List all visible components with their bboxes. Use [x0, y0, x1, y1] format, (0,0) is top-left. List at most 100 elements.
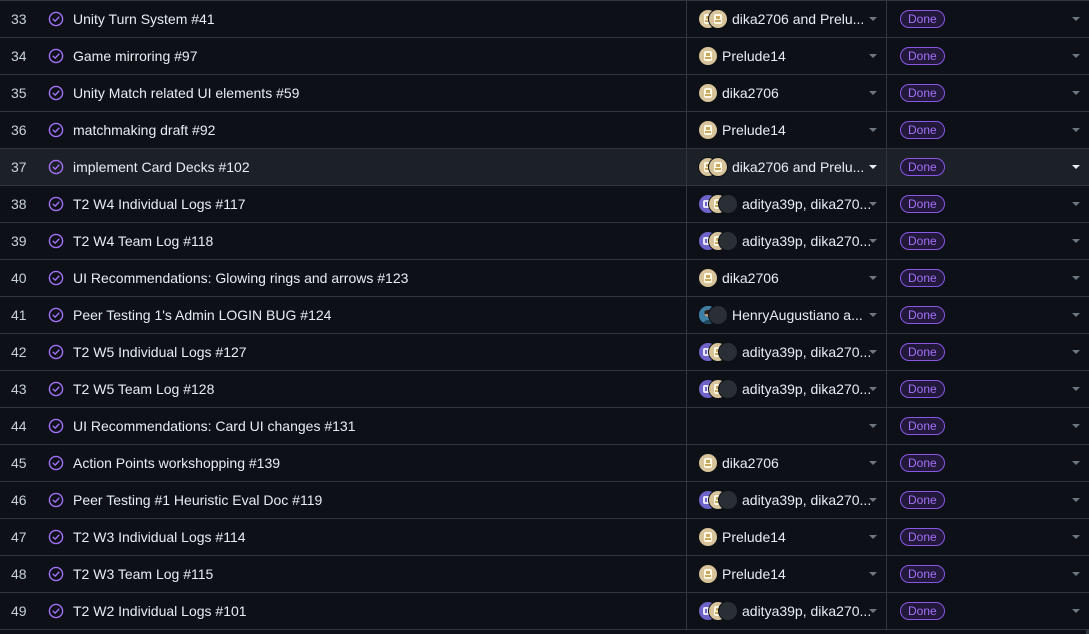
status-cell[interactable]: Done: [887, 260, 1089, 296]
status-dropdown-icon[interactable]: [1072, 313, 1080, 317]
title-cell[interactable]: T2 W2 Individual Logs #101: [38, 593, 687, 629]
assignees-cell[interactable]: dika2706: [687, 445, 887, 481]
table-row[interactable]: 47 T2 W3 Individual Logs #114 Prelude14 …: [0, 519, 1089, 556]
title-cell[interactable]: Peer Testing 1's Admin LOGIN BUG #124: [38, 297, 687, 333]
status-cell[interactable]: Done: [887, 223, 1089, 259]
status-dropdown-icon[interactable]: [1072, 350, 1080, 354]
table-row[interactable]: 48 T2 W3 Team Log #115 Prelude14 Done: [0, 556, 1089, 593]
title-cell[interactable]: Unity Match related UI elements #59: [38, 75, 687, 111]
table-row[interactable]: 38 T2 W4 Individual Logs #117 aditya39p,…: [0, 186, 1089, 223]
table-row[interactable]: 41 Peer Testing 1's Admin LOGIN BUG #124…: [0, 297, 1089, 334]
status-cell[interactable]: Done: [887, 38, 1089, 74]
issue-title-link[interactable]: T2 W3 Team Log #115: [73, 566, 213, 582]
assignees-dropdown-icon[interactable]: [869, 350, 877, 354]
assignees-dropdown-icon[interactable]: [869, 202, 877, 206]
assignees-cell[interactable]: dika2706 and Prelu...: [687, 149, 887, 185]
table-row[interactable]: 37 implement Card Decks #102 dika2706 an…: [0, 149, 1089, 186]
assignees-dropdown-icon[interactable]: [869, 17, 877, 21]
title-cell[interactable]: T2 W5 Team Log #128: [38, 371, 687, 407]
status-dropdown-icon[interactable]: [1072, 609, 1080, 613]
title-cell[interactable]: UI Recommendations: Card UI changes #131: [38, 408, 687, 444]
table-row[interactable]: 34 Game mirroring #97 Prelude14 Done: [0, 38, 1089, 75]
issue-title-link[interactable]: implement Card Decks #102: [73, 159, 250, 175]
assignees-cell[interactable]: dika2706 and Prelu...: [687, 1, 887, 37]
assignees-cell[interactable]: aditya39p, dika270...: [687, 371, 887, 407]
title-cell[interactable]: T2 W3 Individual Logs #114: [38, 519, 687, 555]
assignees-dropdown-icon[interactable]: [869, 609, 877, 613]
status-cell[interactable]: Done: [887, 1, 1089, 37]
assignees-dropdown-icon[interactable]: [869, 461, 877, 465]
issue-title-link[interactable]: Unity Turn System #41: [73, 11, 215, 27]
assignees-dropdown-icon[interactable]: [869, 313, 877, 317]
title-cell[interactable]: T2 W3 Team Log #115: [38, 556, 687, 592]
assignees-cell[interactable]: aditya39p, dika270...: [687, 593, 887, 629]
title-cell[interactable]: Unity Turn System #41: [38, 1, 687, 37]
title-cell[interactable]: T2 W5 Individual Logs #127: [38, 334, 687, 370]
assignees-dropdown-icon[interactable]: [869, 535, 877, 539]
assignees-cell[interactable]: aditya39p, dika270...: [687, 334, 887, 370]
issue-title-link[interactable]: matchmaking draft #92: [73, 122, 215, 138]
status-dropdown-icon[interactable]: [1072, 91, 1080, 95]
title-cell[interactable]: T2 W4 Team Log #118: [38, 223, 687, 259]
issue-title-link[interactable]: UI Recommendations: Glowing rings and ar…: [73, 270, 408, 286]
status-dropdown-icon[interactable]: [1072, 202, 1080, 206]
status-cell[interactable]: Done: [887, 519, 1089, 555]
status-dropdown-icon[interactable]: [1072, 572, 1080, 576]
status-dropdown-icon[interactable]: [1072, 461, 1080, 465]
title-cell[interactable]: matchmaking draft #92: [38, 112, 687, 148]
issue-title-link[interactable]: T2 W5 Team Log #128: [73, 381, 214, 397]
assignees-dropdown-icon[interactable]: [869, 424, 877, 428]
issue-title-link[interactable]: T2 W4 Team Log #118: [73, 233, 213, 249]
issue-title-link[interactable]: T2 W3 Individual Logs #114: [73, 529, 246, 545]
table-row[interactable]: 36 matchmaking draft #92 Prelude14 Done: [0, 112, 1089, 149]
status-dropdown-icon[interactable]: [1072, 165, 1080, 169]
assignees-dropdown-icon[interactable]: [869, 276, 877, 280]
title-cell[interactable]: T2 W4 Individual Logs #117: [38, 186, 687, 222]
assignees-cell[interactable]: HenryAugustiano a...: [687, 297, 887, 333]
status-dropdown-icon[interactable]: [1072, 387, 1080, 391]
status-cell[interactable]: Done: [887, 297, 1089, 333]
table-row[interactable]: 44 UI Recommendations: Card UI changes #…: [0, 408, 1089, 445]
status-cell[interactable]: Done: [887, 112, 1089, 148]
table-row[interactable]: 42 T2 W5 Individual Logs #127 aditya39p,…: [0, 334, 1089, 371]
assignees-cell[interactable]: aditya39p, dika270...: [687, 186, 887, 222]
issue-title-link[interactable]: T2 W2 Individual Logs #101: [73, 603, 247, 619]
status-cell[interactable]: Done: [887, 482, 1089, 518]
assignees-cell[interactable]: dika2706: [687, 260, 887, 296]
table-row[interactable]: 35 Unity Match related UI elements #59 d…: [0, 75, 1089, 112]
status-dropdown-icon[interactable]: [1072, 54, 1080, 58]
issue-title-link[interactable]: T2 W5 Individual Logs #127: [73, 344, 247, 360]
issue-title-link[interactable]: Unity Match related UI elements #59: [73, 85, 299, 101]
assignees-cell[interactable]: aditya39p, dika270...: [687, 223, 887, 259]
issue-title-link[interactable]: UI Recommendations: Card UI changes #131: [73, 418, 355, 434]
table-row[interactable]: 45 Action Points workshopping #139 dika2…: [0, 445, 1089, 482]
assignees-cell[interactable]: Prelude14: [687, 519, 887, 555]
status-dropdown-icon[interactable]: [1072, 239, 1080, 243]
table-row[interactable]: 40 UI Recommendations: Glowing rings and…: [0, 260, 1089, 297]
table-row[interactable]: 43 T2 W5 Team Log #128 aditya39p, dika27…: [0, 371, 1089, 408]
assignees-cell[interactable]: Prelude14: [687, 112, 887, 148]
assignees-cell[interactable]: aditya39p, dika270...: [687, 482, 887, 518]
assignees-dropdown-icon[interactable]: [869, 239, 877, 243]
assignees-dropdown-icon[interactable]: [869, 498, 877, 502]
status-dropdown-icon[interactable]: [1072, 424, 1080, 428]
title-cell[interactable]: implement Card Decks #102: [38, 149, 687, 185]
status-dropdown-icon[interactable]: [1072, 276, 1080, 280]
assignees-cell[interactable]: Prelude14: [687, 556, 887, 592]
table-row[interactable]: 33 Unity Turn System #41 dika2706 and Pr…: [0, 1, 1089, 38]
table-row[interactable]: 49 T2 W2 Individual Logs #101 aditya39p,…: [0, 593, 1089, 630]
status-cell[interactable]: Done: [887, 149, 1089, 185]
issue-title-link[interactable]: Peer Testing 1's Admin LOGIN BUG #124: [73, 307, 331, 323]
title-cell[interactable]: Peer Testing #1 Heuristic Eval Doc #119: [38, 482, 687, 518]
status-dropdown-icon[interactable]: [1072, 535, 1080, 539]
status-dropdown-icon[interactable]: [1072, 17, 1080, 21]
assignees-dropdown-icon[interactable]: [869, 572, 877, 576]
assignees-cell[interactable]: [687, 408, 887, 444]
issue-title-link[interactable]: Action Points workshopping #139: [73, 455, 280, 471]
title-cell[interactable]: Game mirroring #97: [38, 38, 687, 74]
assignees-dropdown-icon[interactable]: [869, 128, 877, 132]
status-cell[interactable]: Done: [887, 445, 1089, 481]
assignees-dropdown-icon[interactable]: [869, 54, 877, 58]
title-cell[interactable]: UI Recommendations: Glowing rings and ar…: [38, 260, 687, 296]
assignees-dropdown-icon[interactable]: [869, 91, 877, 95]
